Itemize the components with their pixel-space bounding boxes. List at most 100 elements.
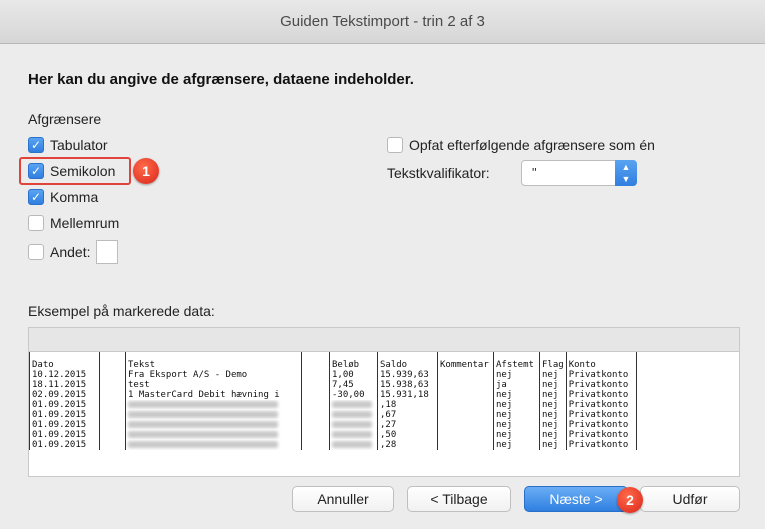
table-row: 01.09.2015,28 nej nej Privatkonto bbox=[29, 440, 717, 450]
delimiters-label: Afgrænsere bbox=[28, 111, 102, 127]
table-cell: Tekst bbox=[125, 352, 302, 370]
table-cell bbox=[437, 410, 494, 420]
table-cell bbox=[301, 390, 330, 400]
table-cell: Flag bbox=[539, 352, 567, 370]
table-cell: 15.931,18 bbox=[377, 390, 438, 400]
redacted-text bbox=[332, 421, 372, 428]
other-delimiter-input[interactable] bbox=[96, 240, 119, 264]
table-cell bbox=[301, 400, 330, 410]
table-row: 01.09.2015,50 nej nej Privatkonto bbox=[29, 430, 717, 440]
redacted-text bbox=[332, 411, 372, 418]
table-cell: 10.12.2015 bbox=[29, 370, 100, 380]
table-cell: Fra Eksport A/S - Demo bbox=[125, 370, 302, 380]
preview-header-row: Dato Tekst Beløb Saldo Kommentar Afstemt Flag K… bbox=[29, 352, 717, 370]
table-cell bbox=[635, 440, 717, 450]
table-cell: nej bbox=[493, 430, 540, 440]
redacted-text bbox=[128, 401, 278, 408]
data-preview[interactable]: Dato Tekst Beløb Saldo Kommentar Afstemt Flag K… bbox=[28, 351, 740, 477]
text-qualifier-select[interactable]: " ▲ ▼ bbox=[521, 160, 637, 186]
table-cell bbox=[301, 380, 330, 390]
table-cell bbox=[437, 370, 494, 380]
table-cell: 01.09.2015 bbox=[29, 440, 100, 450]
table-row: 02.09.2015 1 MasterCard Debit hævning i -3… bbox=[29, 390, 717, 400]
checkmark-icon[interactable]: ✓ bbox=[28, 137, 44, 153]
table-cell bbox=[125, 410, 302, 420]
table-cell bbox=[125, 400, 302, 410]
checkbox-mellemrum[interactable]: Mellemrum bbox=[28, 213, 119, 233]
table-cell: nej bbox=[539, 410, 567, 420]
redacted-text bbox=[332, 431, 372, 438]
checkbox-komma[interactable]: ✓ Komma bbox=[28, 187, 98, 207]
table-cell bbox=[301, 352, 330, 370]
table-cell bbox=[125, 440, 302, 450]
dialog-content: Her kan du angive de afgrænsere, dataene… bbox=[0, 45, 765, 529]
table-cell: nej bbox=[539, 380, 567, 390]
table-cell: ja bbox=[493, 380, 540, 390]
table-cell bbox=[329, 420, 378, 430]
table-cell bbox=[329, 440, 378, 450]
back-button[interactable]: < Tilbage bbox=[407, 486, 511, 512]
redacted-text bbox=[128, 431, 278, 438]
table-cell bbox=[437, 380, 494, 390]
redacted-text bbox=[128, 421, 278, 428]
table-row: 01.09.2015,18 nej nej Privatkonto bbox=[29, 400, 717, 410]
cancel-button[interactable]: Annuller bbox=[292, 486, 394, 512]
checkbox-andet[interactable]: Andet: bbox=[28, 239, 119, 265]
table-cell: 01.09.2015 bbox=[29, 430, 100, 440]
table-cell: Kommentar bbox=[437, 352, 494, 370]
table-cell bbox=[301, 440, 330, 450]
table-cell: 02.09.2015 bbox=[29, 390, 100, 400]
text-qualifier-label: Tekstkvalifikator: bbox=[387, 165, 490, 181]
checkbox-consecutive[interactable]: Opfat efterfølgende afgrænsere som én bbox=[387, 135, 655, 155]
table-cell: nej bbox=[539, 420, 567, 430]
table-cell bbox=[301, 370, 330, 380]
table-cell: ,50 bbox=[377, 430, 438, 440]
table-cell: ,18 bbox=[377, 400, 438, 410]
table-cell bbox=[437, 420, 494, 430]
checkmark-icon[interactable]: ✓ bbox=[28, 189, 44, 205]
table-cell: 15.939,63 bbox=[377, 370, 438, 380]
table-cell bbox=[329, 410, 378, 420]
table-cell bbox=[99, 400, 126, 410]
table-cell bbox=[635, 410, 717, 420]
preview-table: Dato Tekst Beløb Saldo Kommentar Afstemt Flag K… bbox=[29, 352, 717, 450]
table-cell bbox=[635, 430, 717, 440]
table-row: 01.09.2015,67 nej nej Privatkonto bbox=[29, 410, 717, 420]
table-cell: Privatkonto bbox=[565, 370, 637, 380]
table-cell bbox=[329, 400, 378, 410]
table-cell: Privatkonto bbox=[565, 410, 637, 420]
table-cell: Privatkonto bbox=[565, 390, 637, 400]
finish-button[interactable]: Udfør bbox=[640, 486, 740, 512]
table-cell bbox=[99, 410, 126, 420]
table-cell: 01.09.2015 bbox=[29, 400, 100, 410]
table-cell: nej bbox=[539, 400, 567, 410]
chevron-updown-icon[interactable]: ▲ ▼ bbox=[615, 160, 637, 186]
table-cell: test bbox=[125, 380, 302, 390]
window-titlebar: Guiden Tekstimport - trin 2 af 3 bbox=[0, 0, 765, 44]
table-cell bbox=[99, 370, 126, 380]
table-cell bbox=[99, 430, 126, 440]
table-cell: nej bbox=[539, 430, 567, 440]
table-cell bbox=[635, 400, 717, 410]
redacted-text bbox=[332, 441, 372, 448]
table-cell: -30,00 bbox=[329, 390, 378, 400]
table-cell: 7,45 bbox=[329, 380, 378, 390]
table-cell bbox=[99, 380, 126, 390]
checkbox-tabulator[interactable]: ✓ Tabulator bbox=[28, 135, 108, 155]
table-cell bbox=[635, 370, 717, 380]
table-cell: ,27 bbox=[377, 420, 438, 430]
next-button[interactable]: Næste > bbox=[524, 486, 628, 512]
redacted-text bbox=[128, 411, 278, 418]
table-cell bbox=[99, 390, 126, 400]
table-cell: nej bbox=[493, 410, 540, 420]
table-cell: 01.09.2015 bbox=[29, 420, 100, 430]
table-cell: 18.11.2015 bbox=[29, 380, 100, 390]
table-cell bbox=[301, 430, 330, 440]
table-cell: nej bbox=[493, 400, 540, 410]
table-row: 01.09.2015,27 nej nej Privatkonto bbox=[29, 420, 717, 430]
table-row: 18.11.2015 test 7,45 15.938,63 ja nej Privatko… bbox=[29, 380, 717, 390]
table-row: 10.12.2015 Fra Eksport A/S - Demo 1,00 15.9… bbox=[29, 370, 717, 380]
table-cell: 01.09.2015 bbox=[29, 410, 100, 420]
table-cell: nej bbox=[493, 420, 540, 430]
table-cell: 1,00 bbox=[329, 370, 378, 380]
